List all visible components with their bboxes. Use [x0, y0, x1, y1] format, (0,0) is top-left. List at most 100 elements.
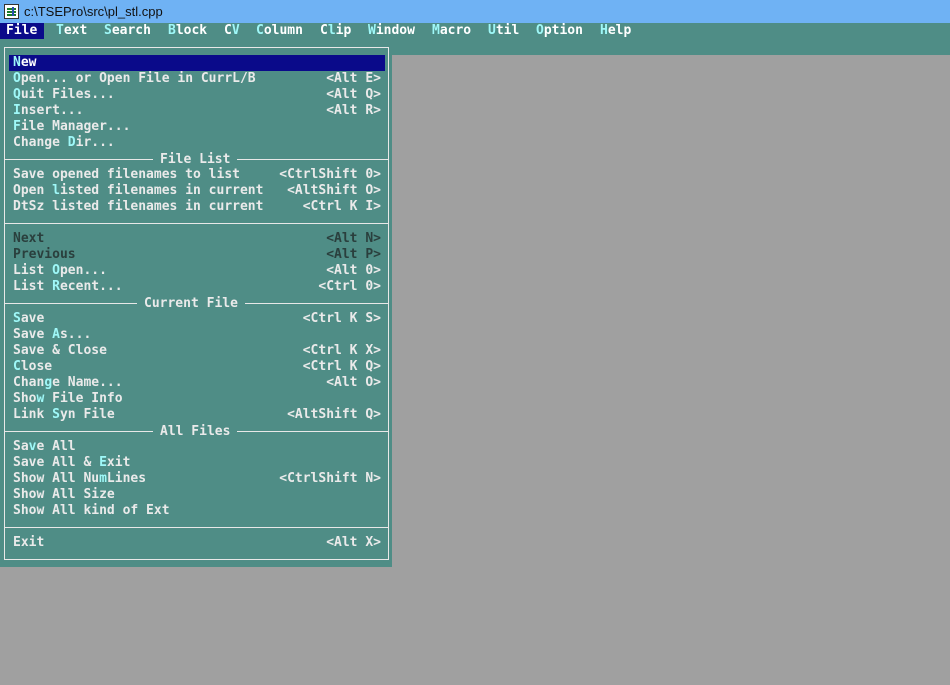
menu-window[interactable]: Window — [368, 23, 415, 39]
menu-item-save-hotkey: S — [13, 311, 21, 326]
menu-item-file-manager[interactable]: File Manager... — [13, 119, 381, 135]
menu-item-show-all-kind-ext[interactable]: Show All kind of Ext — [13, 503, 381, 519]
menu-macro[interactable]: Macro — [432, 23, 471, 39]
menu-file-hotkey: F — [6, 23, 14, 38]
menu-item-save-label: ave — [20, 311, 45, 326]
menu-item-list-recent-prefix: List — [13, 279, 53, 294]
menu-item-insert[interactable]: Insert... <Alt R> — [13, 103, 381, 119]
menu-item-save-all-exit[interactable]: Save All & Exit — [13, 455, 381, 471]
menu-bar: File Text Search Block CV Column Clip Wi… — [0, 23, 950, 39]
menu-item-exit-hotkey: x — [20, 535, 29, 550]
menu-item-close[interactable]: Close <Ctrl K Q> — [13, 359, 381, 375]
section-file-list-label: File List — [153, 152, 238, 168]
menu-item-save-opened-list[interactable]: Save opened filenames to list <CtrlShift … — [13, 167, 381, 183]
menu-item-save[interactable]: Save <Ctrl K S> — [13, 311, 381, 327]
menu-util[interactable]: Util — [488, 23, 519, 39]
menu-item-insert-hotkey: I — [13, 103, 21, 118]
separator-current-file: Current File — [5, 296, 388, 312]
menu-item-open-listed-hotkey: l — [52, 183, 60, 198]
menu-item-quit-files-label: uit Files... — [20, 87, 115, 102]
menu-help[interactable]: Help — [600, 23, 631, 39]
menu-item-save-all[interactable]: Save All — [13, 439, 381, 455]
menu-item-link-syn-file-hotkey: S — [52, 407, 60, 422]
menu-item-change-name-label: e Name... — [52, 375, 123, 390]
separator-all-files: All Files — [5, 424, 388, 440]
menu-text-hotkey: T — [56, 23, 64, 38]
menu-help-label: elp — [607, 23, 632, 38]
menu-column-label: olumn — [263, 23, 303, 38]
menu-item-list-open-shortcut: <Alt 0> — [326, 263, 381, 278]
menu-item-change-name[interactable]: Change Name... <Alt O> — [13, 375, 381, 391]
menu-item-list-recent-shortcut: <Ctrl 0> — [318, 279, 381, 294]
menu-item-open[interactable]: Open... or Open File in CurrL/B <Alt E> — [13, 71, 381, 87]
section-all-files-label: All Files — [153, 424, 238, 440]
menu-item-show-all-numlines-label: Lines — [106, 471, 147, 486]
menu-item-show-file-info-prefix: Sho — [13, 391, 37, 406]
menu-item-previous[interactable]: Previous <Alt P> — [13, 247, 381, 263]
menu-item-show-file-info[interactable]: Show File Info — [13, 391, 381, 407]
menu-window-hotkey: W — [368, 23, 376, 38]
menu-file[interactable]: File — [0, 23, 45, 39]
menu-item-dtsz-listed-label: DtSz listed filenames in current — [13, 199, 264, 214]
menu-clip-hotkey: l — [327, 23, 336, 38]
menu-block[interactable]: Block — [168, 23, 207, 39]
menu-item-change-dir[interactable]: Change Dir... — [13, 135, 381, 151]
menu-search-hotkey: S — [104, 23, 112, 38]
menu-item-exit-label: it — [28, 535, 45, 550]
menu-item-list-open-label: pen... — [59, 263, 107, 278]
menu-window-label: indow — [375, 23, 415, 38]
menu-item-save-as-hotkey: A — [52, 327, 60, 342]
menu-item-list-open[interactable]: List Open... <Alt 0> — [13, 263, 381, 279]
menu-item-new-hotkey: N — [13, 55, 21, 70]
menu-item-save-as-label: s... — [59, 327, 92, 342]
menu-column[interactable]: Column — [256, 23, 303, 39]
menu-column-hotkey: C — [256, 23, 264, 38]
menu-item-show-all-size[interactable]: Show All Size — [13, 487, 381, 503]
menu-item-link-syn-file[interactable]: Link Syn File <AltShift Q> — [13, 407, 381, 423]
menu-item-list-open-hotkey: O — [52, 263, 60, 278]
menu-item-list-recent-label: ecent... — [59, 279, 123, 294]
menu-clip[interactable]: Clip — [320, 23, 351, 39]
menu-item-next-label: ext — [20, 231, 45, 246]
menu-item-new-label: ew — [20, 55, 37, 70]
menu-text-label: ext — [63, 23, 88, 38]
menu-item-close-label: lose — [20, 359, 53, 374]
menu-option-label: ption — [543, 23, 583, 38]
menu-text[interactable]: Text — [56, 23, 87, 39]
title-bar: c:\TSEPro\src\pl_stl.cpp — [0, 0, 950, 23]
menu-item-quit-files-shortcut: <Alt Q> — [326, 87, 381, 102]
menu-block-label: lock — [175, 23, 208, 38]
menu-item-previous-label: revious — [20, 247, 76, 262]
menu-option[interactable]: Option — [536, 23, 583, 39]
menu-item-save-all-prefix: Sa — [13, 439, 29, 454]
menu-item-open-listed-prefix: Open — [13, 183, 53, 198]
menu-item-save-all-label: e All — [36, 439, 76, 454]
menu-item-change-dir-hotkey: D — [67, 135, 76, 150]
menu-item-list-recent[interactable]: List Recent... <Ctrl 0> — [13, 279, 381, 295]
menu-item-change-dir-label: ir... — [75, 135, 115, 150]
menu-item-save-close-shortcut: <Ctrl K X> — [302, 343, 381, 358]
menu-item-exit[interactable]: Exit <Alt X> — [13, 535, 381, 551]
menu-item-open-shortcut: <Alt E> — [326, 71, 381, 86]
menu-option-hotkey: O — [536, 23, 544, 38]
menu-item-next[interactable]: Next <Alt N> — [13, 231, 381, 247]
tse-app-icon[interactable] — [4, 4, 19, 19]
section-current-file-label: Current File — [137, 296, 245, 312]
menu-item-previous-shortcut: <Alt P> — [326, 247, 381, 262]
menu-item-open-listed[interactable]: Open listed filenames in current <AltShif… — [13, 183, 381, 199]
menu-block-hotkey: B — [168, 23, 176, 38]
menu-item-insert-label: nsert... — [20, 103, 84, 118]
menu-item-next-hotkey: N — [13, 231, 21, 246]
menu-item-save-all-exit-hotkey: E — [99, 455, 107, 470]
menu-item-save-close[interactable]: Save & Close <Ctrl K X> — [13, 343, 381, 359]
menu-search[interactable]: Search — [104, 23, 151, 39]
menu-item-show-all-numlines[interactable]: Show All NumLines <CtrlShift N> — [13, 471, 381, 487]
menu-item-save-as[interactable]: Save As... — [13, 327, 381, 343]
menu-item-dtsz-listed-shortcut: <Ctrl K I> — [302, 199, 381, 214]
menu-item-quit-files[interactable]: Quit Files... <Alt Q> — [13, 87, 381, 103]
menu-cv[interactable]: CV — [224, 23, 240, 39]
separator-file-list: File List — [5, 152, 388, 168]
menu-item-new[interactable]: New — [9, 55, 385, 71]
menu-item-dtsz-listed[interactable]: DtSz listed filenames in current <Ctrl K … — [13, 199, 381, 215]
menu-item-link-syn-file-shortcut: <AltShift Q> — [287, 407, 381, 422]
